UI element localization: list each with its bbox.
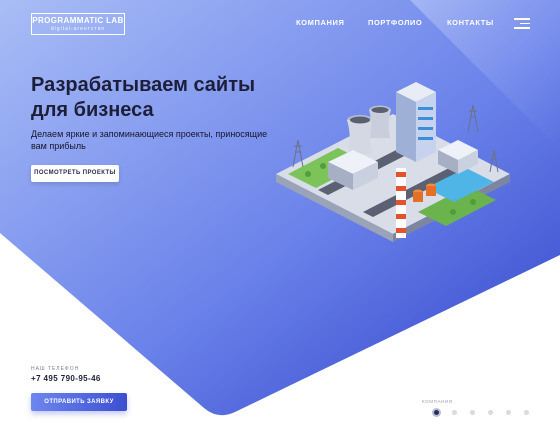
hero-title: Разрабатываем сайты для бизнеса [31,74,256,121]
pager-dot-6[interactable] [524,410,529,415]
send-request-button[interactable]: ОТПРАВИТЬ ЗАЯВКУ [31,393,127,411]
isometric-industrial-city-illustration [276,82,510,242]
logo-subtitle: digital-агентство [50,26,106,32]
pager-dot-3[interactable] [470,410,475,415]
pager-dot-5[interactable] [506,410,511,415]
pager-label: КОМПАНИЯ [422,399,453,404]
phone-label: НАШ ТЕЛЕФОН [31,366,80,372]
nav-link-contacts[interactable]: КОНТАКТЫ [447,18,494,27]
pager-dot-2[interactable] [452,410,457,415]
nav-link-company[interactable]: КОМПАНИЯ [296,18,344,27]
phone-number[interactable]: +7 495 790-95-46 [31,374,101,383]
logo-title: PROGRAMMATIC LAB [32,16,124,25]
hero-subtitle: Делаем яркие и запоминающиеся проекты, п… [31,129,268,151]
hamburger-icon[interactable] [514,18,530,29]
pager-dot-4[interactable] [488,410,493,415]
logo[interactable]: PROGRAMMATIC LAB digital-агентство [31,13,125,35]
nav-link-portfolio[interactable]: ПОРТФОЛИО [368,18,422,27]
pager-dot-1[interactable] [432,408,441,417]
view-projects-button[interactable]: ПОСМОТРЕТЬ ПРОЕКТЫ [31,165,119,182]
